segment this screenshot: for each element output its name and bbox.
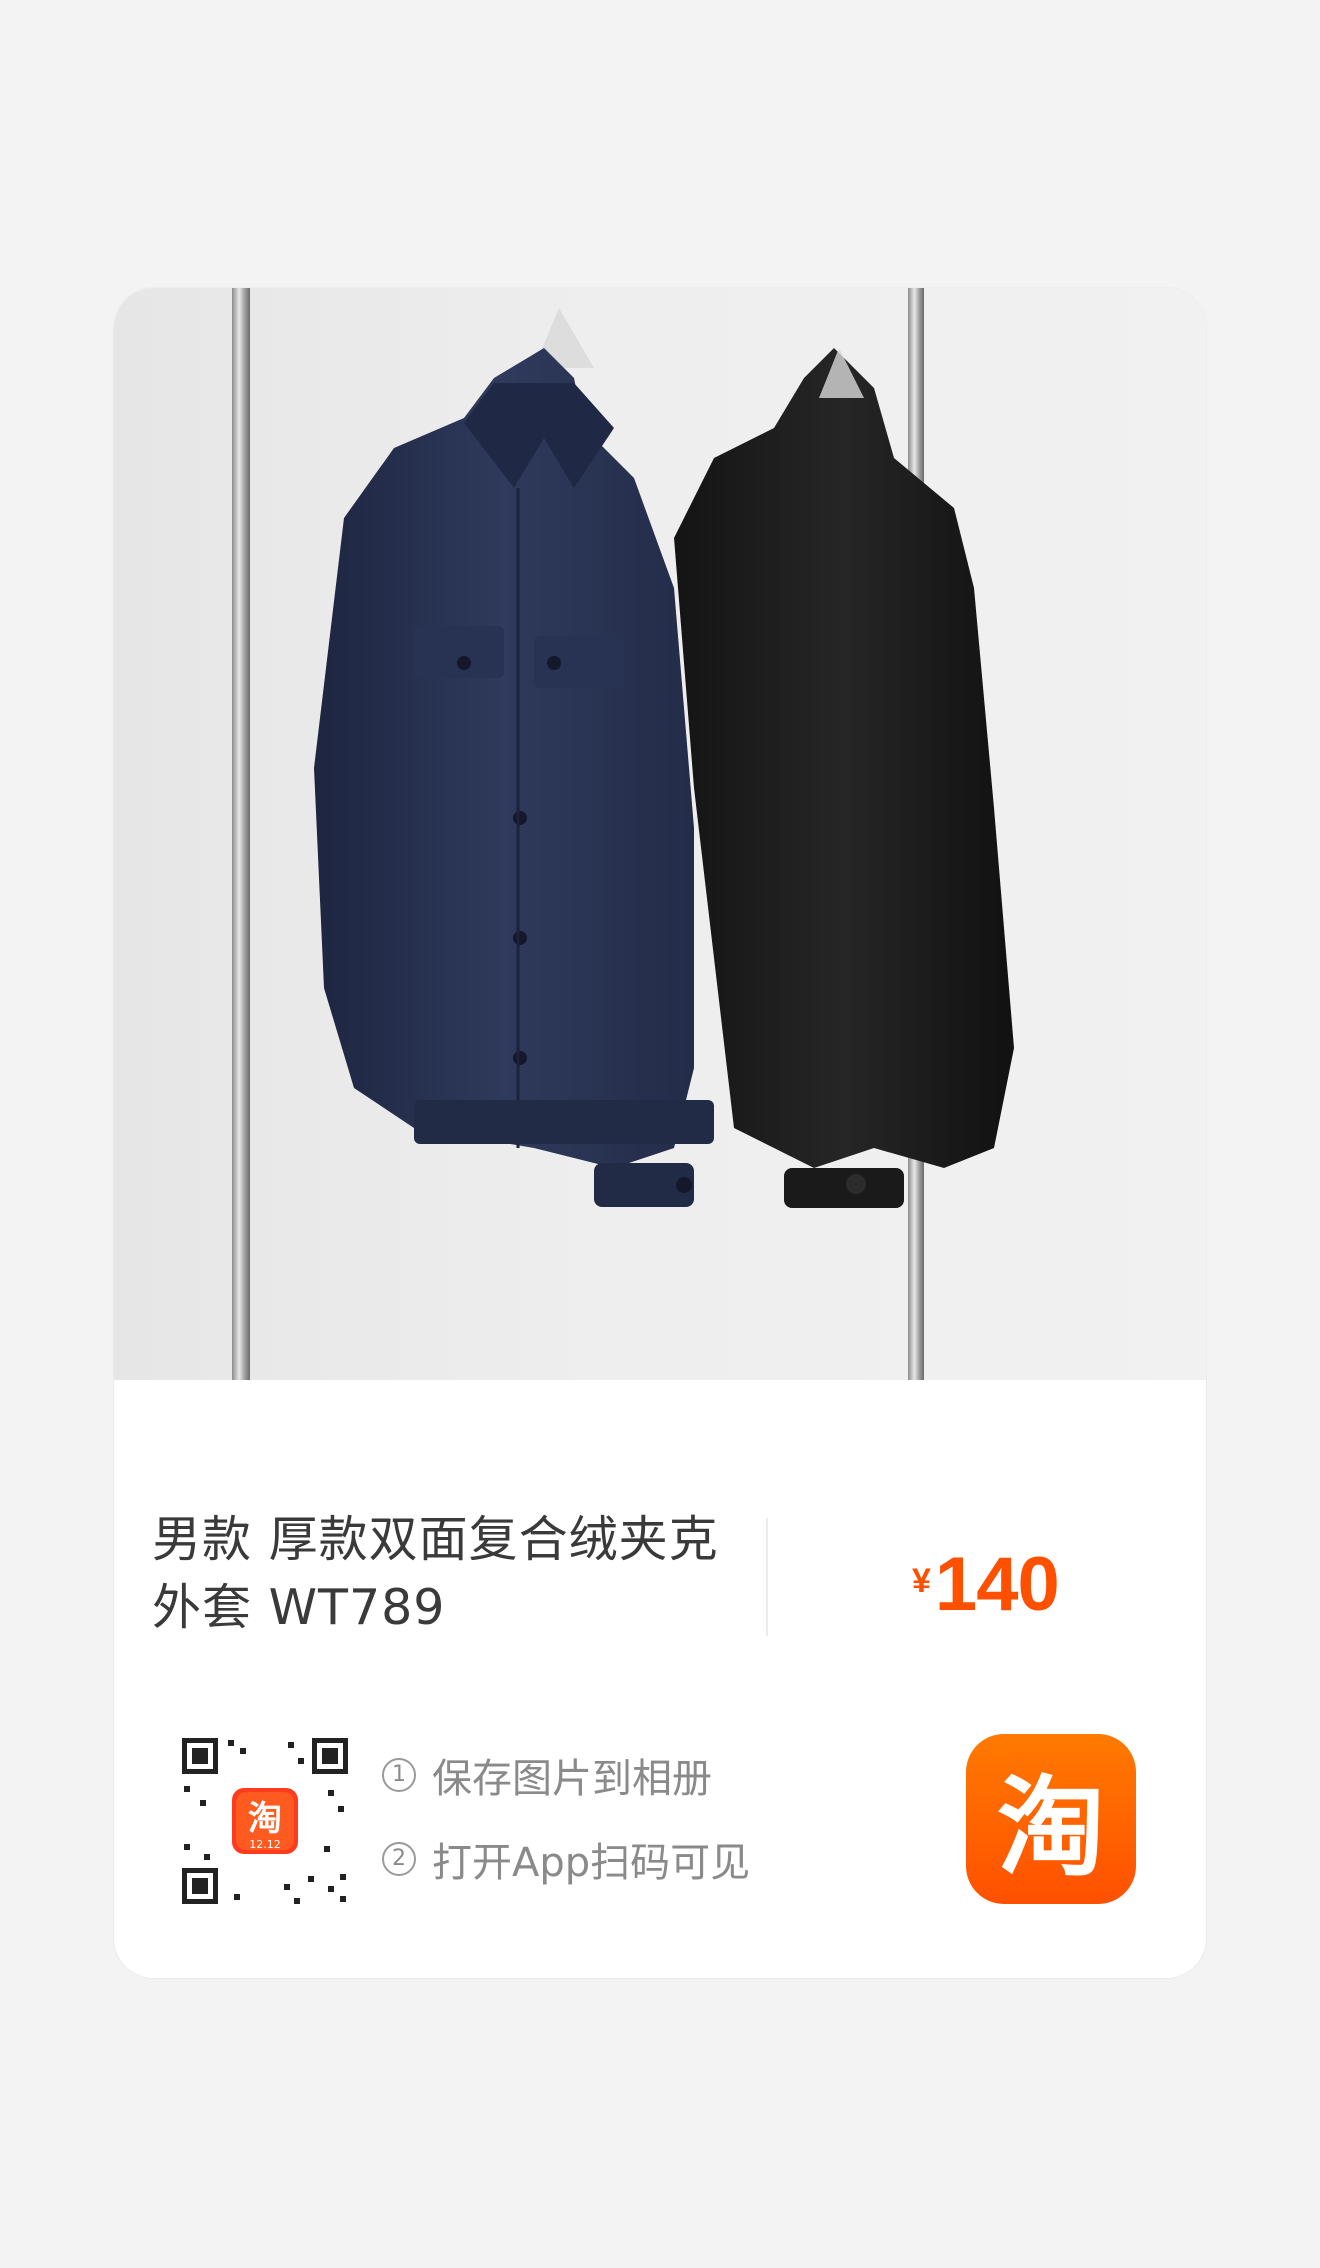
instruction-step-1: 1 保存图片到相册 [382,1740,750,1810]
step-number-2: 2 [382,1842,416,1876]
taobao-icon[interactable]: 淘 [966,1734,1136,1904]
qr-code-icon: 淘 12.12 [178,1734,352,1908]
price-currency: ¥ [912,1562,931,1600]
product-title-line1: 男款 厚款双面复合绒夹克 [152,1511,719,1568]
product-price: ¥140 [912,1541,1060,1628]
taobao-glyph: 淘 [996,1766,1105,1891]
product-title: 男款 厚款双面复合绒夹克 外套 WT789 [152,1506,732,1642]
price-amount: 140 [934,1542,1060,1627]
qr-badge-glyph: 淘 [248,1799,282,1839]
qr-code[interactable]: 淘 12.12 [178,1734,352,1908]
scan-instructions: 1 保存图片到相册 2 打开App扫码可见 [382,1740,750,1908]
jackets-illustration [232,288,1014,1380]
instruction-step-2: 2 打开App扫码可见 [382,1824,750,1894]
product-title-line2: 外套 WT789 [152,1579,446,1636]
product-share-card: 男款 厚款双面复合绒夹克 外套 WT789 ¥140 淘 12.12 1 保存图… [114,288,1206,1978]
step-text-1: 保存图片到相册 [432,1756,712,1802]
qr-badge-sub: 12.12 [249,1838,281,1851]
divider [766,1518,768,1636]
step-text-2: 打开App扫码可见 [432,1840,751,1886]
product-photo[interactable] [114,288,1206,1380]
step-number-1: 1 [382,1758,416,1792]
